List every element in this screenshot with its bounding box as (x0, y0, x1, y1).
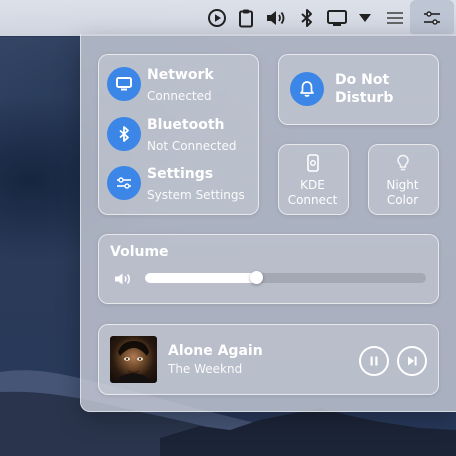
speaker-icon[interactable] (114, 271, 134, 290)
bluetooth-status: Not Connected (147, 139, 237, 153)
settings-subtitle: System Settings (147, 188, 245, 202)
settings-sliders-icon (107, 166, 141, 200)
volume-slider-handle[interactable] (250, 271, 263, 284)
network-title: Network (147, 67, 214, 83)
clipboard-tray-button[interactable] (235, 0, 257, 36)
pause-button[interactable] (359, 346, 389, 376)
menu-tray-button[interactable] (385, 0, 405, 36)
media-track-title: Alone Again (168, 343, 263, 359)
night-color-line2: Color (386, 193, 419, 207)
bluetooth-tray-button[interactable] (297, 0, 317, 36)
phone-icon (306, 154, 320, 176)
display-icon (327, 10, 347, 26)
volume-icon (267, 11, 285, 25)
skip-next-icon (408, 356, 417, 366)
night-color-line1: Night (386, 178, 419, 192)
display-tray-button[interactable] (325, 0, 349, 36)
bulb-icon (396, 154, 410, 176)
clipboard-icon (239, 9, 253, 28)
bluetooth-title: Bluetooth (147, 117, 225, 133)
triangle-down-icon (359, 14, 371, 22)
control-center-tray-button[interactable] (410, 0, 454, 36)
hamburger-menu-icon (387, 12, 403, 24)
tray-expand-button[interactable] (356, 0, 374, 36)
bluetooth-icon (301, 9, 312, 27)
dnd-title-line1: Do Not (335, 72, 390, 88)
media-player-tray-button[interactable] (205, 0, 229, 36)
dnd-title-line2: Disturb (335, 90, 394, 106)
album-art (110, 336, 157, 383)
network-status: Connected (147, 89, 212, 103)
sliders-icon (424, 11, 440, 25)
pause-icon (370, 356, 378, 366)
media-artist: The Weeknd (168, 362, 243, 376)
volume-tray-button[interactable] (264, 0, 288, 36)
kde-connect-line1: KDE (300, 178, 325, 192)
bell-icon (290, 72, 324, 106)
skip-next-button[interactable] (397, 346, 427, 376)
volume-slider-fill (145, 273, 257, 283)
bluetooth-icon (107, 117, 141, 151)
kde-connect-line2: Connect (287, 193, 338, 207)
volume-label: Volume (110, 244, 169, 260)
network-icon (107, 67, 141, 101)
settings-title: Settings (147, 166, 214, 182)
play-circle-icon (208, 9, 226, 27)
